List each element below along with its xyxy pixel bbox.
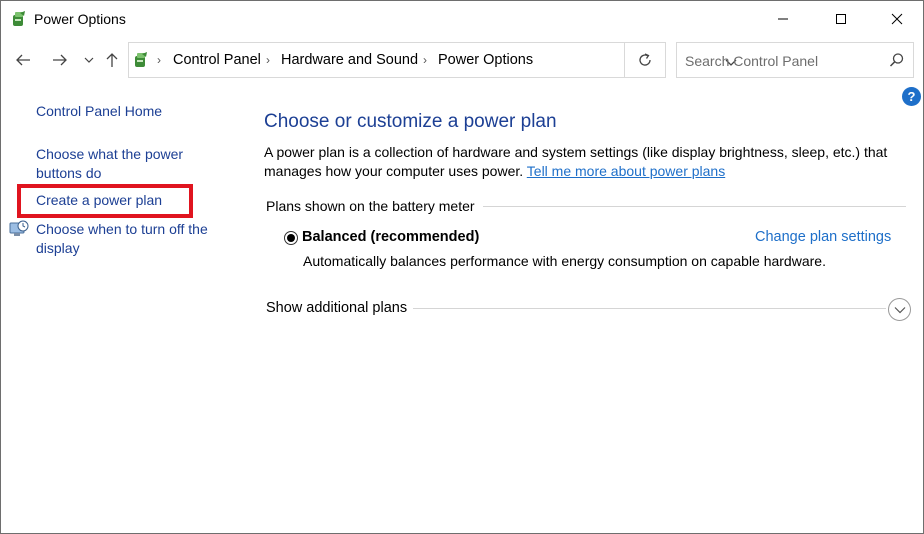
up-button[interactable] bbox=[102, 50, 122, 70]
show-additional-plans-label[interactable]: Show additional plans bbox=[266, 300, 414, 316]
sidebar-item-label: Choose when to turn off the bbox=[36, 221, 208, 237]
close-icon bbox=[891, 13, 903, 25]
navigation-bar: › Control Panel › Hardware and Sound › P… bbox=[1, 41, 923, 79]
change-plan-settings-link[interactable]: Change plan settings bbox=[755, 229, 891, 245]
breadcrumb-hardware-and-sound[interactable]: Hardware and Sound bbox=[281, 52, 418, 68]
chevron-down-icon bbox=[894, 306, 905, 313]
title-bar: Power Options bbox=[1, 1, 923, 37]
breadcrumb-control-panel[interactable]: Control Panel bbox=[173, 52, 261, 68]
maximize-button[interactable] bbox=[813, 1, 869, 37]
minimize-icon bbox=[778, 18, 788, 20]
search-icon[interactable] bbox=[889, 52, 905, 73]
window-title: Power Options bbox=[34, 11, 126, 27]
sidebar-item-label: Choose what the power bbox=[36, 146, 184, 162]
sidebar-item-create-power-plan[interactable]: Create a power plan bbox=[36, 191, 162, 210]
back-button[interactable] bbox=[13, 50, 33, 70]
recent-locations-button[interactable] bbox=[79, 50, 99, 70]
chevron-down-icon bbox=[84, 57, 94, 63]
display-clock-icon bbox=[9, 219, 29, 239]
search-input[interactable] bbox=[685, 51, 881, 71]
expand-additional-plans-button[interactable] bbox=[888, 298, 911, 321]
chevron-right-icon[interactable]: › bbox=[423, 53, 427, 67]
power-options-icon bbox=[132, 51, 150, 69]
power-options-window: Power Options › Control Panel › Hardware… bbox=[0, 0, 924, 534]
learn-more-link[interactable]: Tell me more about power plans bbox=[527, 163, 725, 179]
sidebar-item-label: buttons do bbox=[36, 165, 102, 181]
refresh-button[interactable] bbox=[624, 42, 666, 78]
plan-description: Automatically balances performance with … bbox=[303, 253, 826, 269]
refresh-icon bbox=[639, 53, 651, 66]
breadcrumb-power-options[interactable]: Power Options bbox=[438, 52, 533, 68]
sidebar-item-control-panel-home[interactable]: Control Panel Home bbox=[36, 102, 162, 121]
group-label: Plans shown on the battery meter bbox=[266, 198, 483, 214]
page-title: Choose or customize a power plan bbox=[264, 111, 557, 132]
chevron-right-icon: › bbox=[157, 53, 161, 67]
sidebar-item-power-buttons[interactable]: Choose what the power buttons do bbox=[36, 145, 183, 183]
forward-button[interactable] bbox=[50, 50, 70, 70]
page-description: A power plan is a collection of hardware… bbox=[264, 143, 904, 181]
minimize-button[interactable] bbox=[755, 1, 811, 37]
arrow-left-icon bbox=[16, 54, 30, 66]
plan-radio-balanced[interactable] bbox=[284, 231, 298, 245]
plan-name[interactable]: Balanced (recommended) bbox=[302, 229, 479, 245]
chevron-right-icon[interactable]: › bbox=[266, 53, 270, 67]
power-options-icon bbox=[10, 10, 28, 28]
address-bar[interactable]: › Control Panel › Hardware and Sound › P… bbox=[128, 42, 737, 78]
search-box bbox=[676, 42, 914, 78]
arrow-right-icon bbox=[53, 54, 67, 66]
sidebar-item-label: display bbox=[36, 240, 80, 256]
maximize-icon bbox=[836, 14, 846, 24]
sidebar-item-display-off[interactable]: Choose when to turn off the display bbox=[36, 220, 208, 258]
help-button[interactable]: ? bbox=[902, 87, 921, 106]
close-button[interactable] bbox=[869, 1, 924, 37]
arrow-up-icon bbox=[106, 53, 118, 67]
